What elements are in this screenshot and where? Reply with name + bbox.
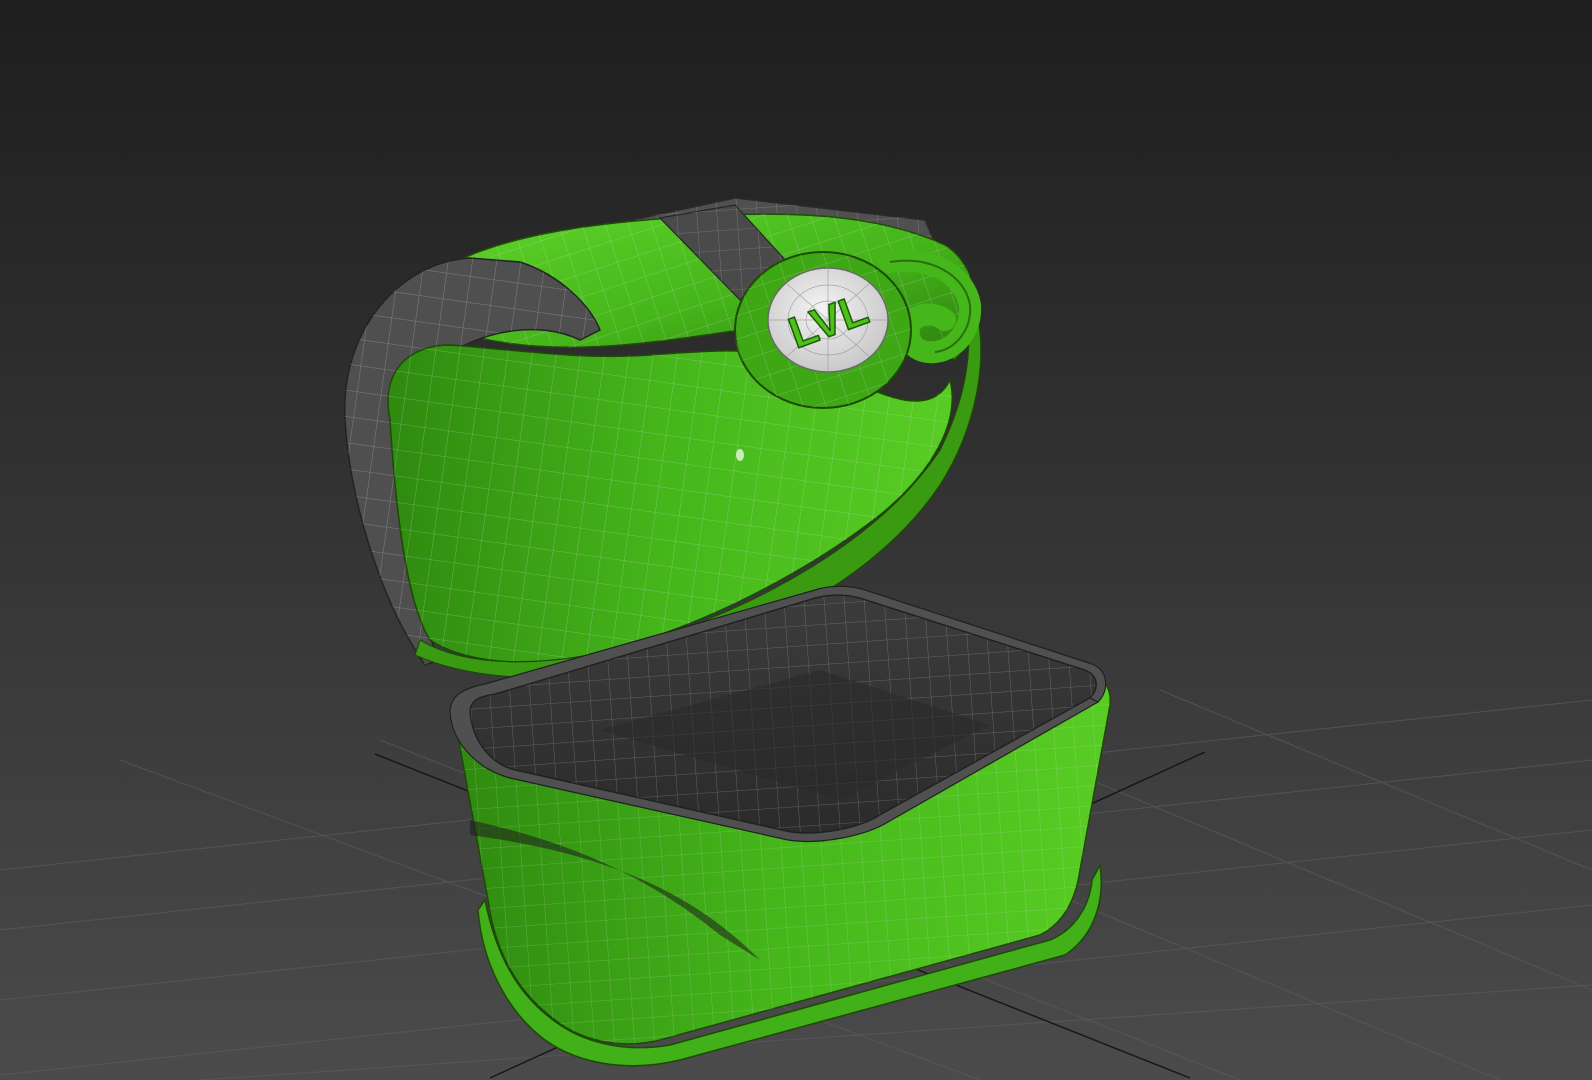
- 3d-viewport[interactable]: LVL: [0, 0, 1592, 1080]
- viewport-canvas[interactable]: LVL: [0, 0, 1592, 1080]
- specular-highlight: [736, 449, 744, 461]
- lvl-badge: LVL: [734, 251, 912, 409]
